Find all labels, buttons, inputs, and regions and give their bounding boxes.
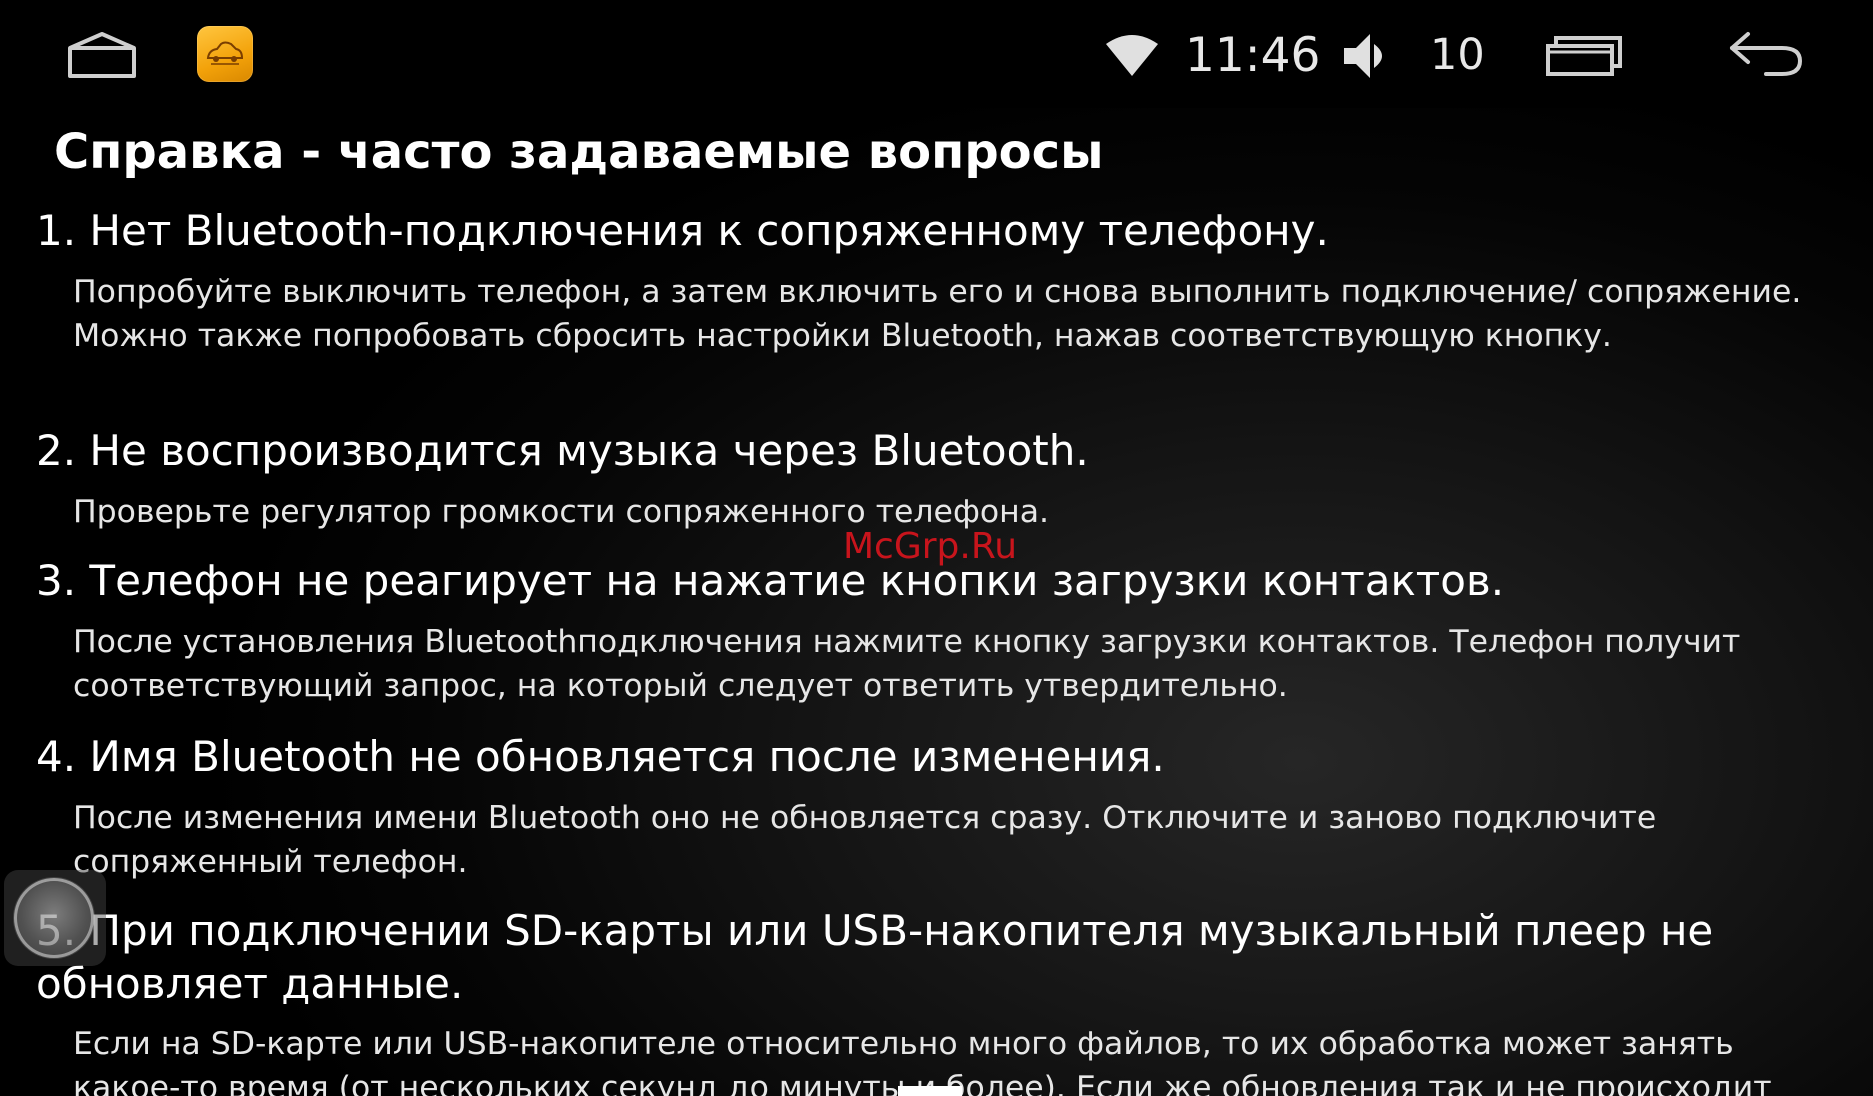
recent-apps-icon[interactable] <box>1544 30 1624 78</box>
speaker-icon[interactable] <box>1340 30 1398 82</box>
help-content[interactable]: Справка - часто задаваемые вопросы 1. Не… <box>0 108 1873 1096</box>
faq-answer: После установления Bluetoothподключения … <box>73 624 1741 704</box>
back-arrow-icon[interactable] <box>1726 28 1806 80</box>
faq-question: 1. Нет Bluetooth-подключения к сопряженн… <box>36 206 1329 255</box>
volume-level: 10 <box>1430 30 1485 80</box>
watermark-text: McGrp.Ru <box>843 526 1018 567</box>
faq-answer: Попробуйте выключить телефон, а затем вк… <box>73 274 1802 354</box>
status-clock: 11:46 <box>1185 28 1321 83</box>
scroll-handle[interactable] <box>898 1086 962 1096</box>
floating-assistive-button[interactable] <box>4 870 106 966</box>
faq-question: 5. При подключении SD-карты или USB-нако… <box>36 906 1714 1008</box>
faq-answer: После изменения имени Bluetooth оно не о… <box>73 800 1657 880</box>
faq-question: 2. Не воспроизводится музыка через Bluet… <box>36 426 1089 475</box>
faq-answer: Если на SD-карте или USB-накопителе отно… <box>73 1026 1772 1096</box>
page-title: Справка - часто задаваемые вопросы <box>54 124 1104 180</box>
status-bar: 11:46 10 <box>0 0 1873 108</box>
home-icon[interactable] <box>66 30 138 80</box>
faq-question: 4. Имя Bluetooth не обновляется после из… <box>36 732 1165 781</box>
car-app-icon[interactable] <box>197 26 253 82</box>
device-screen: 11:46 10 Справка - часто задаваемые вопр… <box>0 0 1873 1096</box>
wifi-icon <box>1104 34 1160 76</box>
floating-ball-icon <box>14 878 94 958</box>
